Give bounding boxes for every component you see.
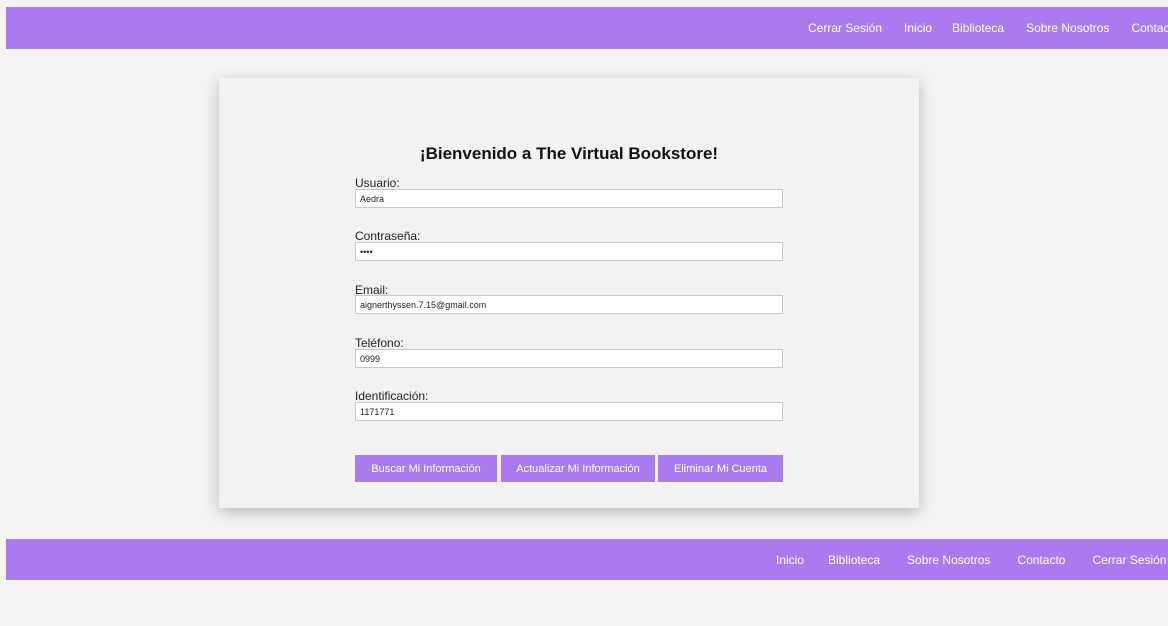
search-info-button[interactable]: Buscar Mi Información [355,455,497,482]
top-navbar: Cerrar Sesión Inicio Biblioteca Sobre No… [6,7,1168,49]
password-label: Contraseña: [355,229,421,243]
email-input[interactable] [355,295,783,314]
footer-logout-link[interactable]: Cerrar Sesión [1092,553,1166,567]
nav-library-link[interactable]: Biblioteca [952,21,1004,35]
username-input[interactable] [355,189,783,208]
phone-label: Teléfono: [355,336,404,350]
nav-home-link[interactable]: Inicio [904,21,932,35]
nav-about-link[interactable]: Sobre Nosotros [1026,21,1109,35]
footer-navbar: Inicio Biblioteca Sobre Nosotros Contact… [6,539,1168,580]
nav-logout-link[interactable]: Cerrar Sesión [808,21,882,35]
footer-about-link[interactable]: Sobre Nosotros [907,553,990,567]
update-info-button[interactable]: Actualizar Mi Información [501,455,655,482]
footer-contact-link[interactable]: Contacto [1017,553,1065,567]
top-nav-links: Cerrar Sesión Inicio Biblioteca Sobre No… [808,7,1168,49]
footer-home-link[interactable]: Inicio [776,553,804,567]
account-form-card: ¡Bienvenido a The Virtual Bookstore! Usu… [219,78,919,508]
delete-account-button[interactable]: Eliminar Mi Cuenta [658,455,783,482]
identification-label: Identificación: [355,389,429,403]
footer-nav-links: Inicio Biblioteca Sobre Nosotros Contact… [776,539,1166,580]
phone-input[interactable] [355,349,783,368]
identification-input[interactable] [355,402,783,421]
nav-contact-link[interactable]: Contacto [1131,21,1168,35]
footer-library-link[interactable]: Biblioteca [828,553,880,567]
password-input[interactable] [355,242,783,261]
page-title: ¡Bienvenido a The Virtual Bookstore! [419,144,719,163]
username-label: Usuario: [355,176,400,190]
